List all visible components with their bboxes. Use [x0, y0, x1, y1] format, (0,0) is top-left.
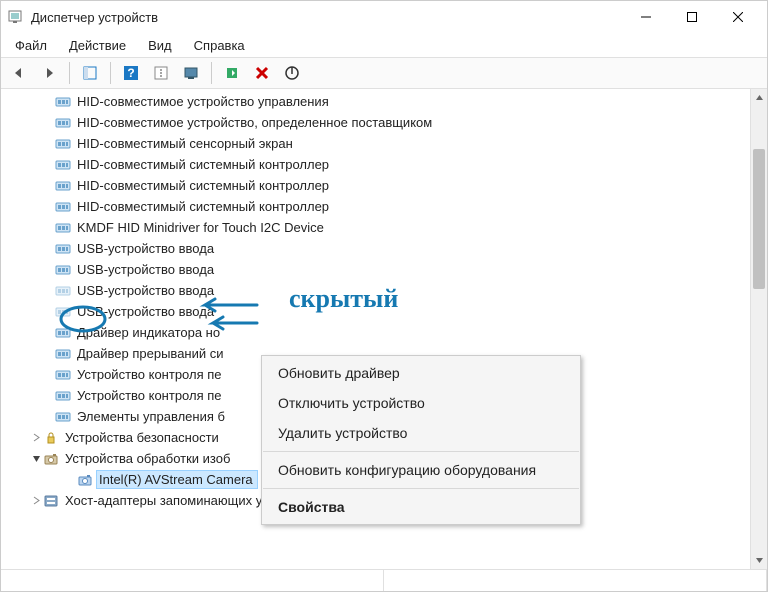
- device-item[interactable]: HID-совместимый сенсорный экран: [1, 133, 749, 154]
- ctx-disable-device[interactable]: Отключить устройство: [262, 388, 580, 418]
- device-label: HID-совместимый сенсорный экран: [75, 135, 297, 152]
- scroll-up-button[interactable]: [751, 89, 767, 106]
- device-item[interactable]: Драйвер индикатора но: [1, 322, 749, 343]
- device-icon: [55, 178, 71, 194]
- device-label: Intel(R) AVStream Camera: [97, 471, 257, 488]
- device-label: HID-совместимое устройство, определенное…: [75, 114, 436, 131]
- menu-help[interactable]: Справка: [184, 36, 255, 55]
- device-icon: [55, 241, 71, 257]
- device-item[interactable]: HID-совместимый системный контроллер: [1, 196, 749, 217]
- device-icon: [55, 220, 71, 236]
- device-item[interactable]: HID-совместимое устройство, определенное…: [1, 112, 749, 133]
- ctx-properties[interactable]: Свойства: [262, 492, 580, 522]
- toolbar: ?: [1, 57, 767, 89]
- scroll-thumb[interactable]: [753, 149, 765, 289]
- content-area: HID-совместимое устройство управления HID…: [1, 89, 767, 569]
- menu-view[interactable]: Вид: [138, 36, 182, 55]
- uninstall-button[interactable]: [248, 60, 276, 86]
- scroll-down-button[interactable]: [751, 552, 767, 569]
- vertical-scrollbar[interactable]: [750, 89, 767, 569]
- status-bar: [1, 569, 767, 591]
- device-icon: [55, 136, 71, 152]
- device-label: Драйвер прерываний си: [75, 345, 228, 362]
- device-icon: [55, 388, 71, 404]
- category-icon: [43, 493, 59, 509]
- device-manager-window: Диспетчер устройств Файл Действие Вид Сп…: [0, 0, 768, 592]
- device-label: Драйвер индикатора но: [75, 324, 224, 341]
- app-icon: [7, 9, 23, 25]
- ctx-scan-hardware[interactable]: Обновить конфигурацию оборудования: [262, 455, 580, 485]
- menu-action[interactable]: Действие: [59, 36, 136, 55]
- device-item[interactable]: USB-устройство ввода: [1, 259, 749, 280]
- menu-bar: Файл Действие Вид Справка: [1, 33, 767, 57]
- device-icon: [55, 325, 71, 341]
- device-icon: [55, 115, 71, 131]
- device-item[interactable]: USB-устройство ввода: [1, 280, 749, 301]
- context-menu: Обновить драйвер Отключить устройство Уд…: [261, 355, 581, 525]
- device-item[interactable]: HID-совместимое устройство управления: [1, 91, 749, 112]
- device-item[interactable]: KMDF HID Minidriver for Touch I2C Device: [1, 217, 749, 238]
- device-icon: [55, 304, 71, 320]
- category-icon: [77, 472, 93, 488]
- device-label: Элементы управления б: [75, 408, 229, 425]
- device-icon: [55, 409, 71, 425]
- device-item[interactable]: HID-совместимый системный контроллер: [1, 175, 749, 196]
- device-item[interactable]: USB-устройство ввода: [1, 238, 749, 259]
- disable-button[interactable]: [278, 60, 306, 86]
- show-hide-tree-button[interactable]: [76, 60, 104, 86]
- close-button[interactable]: [715, 1, 761, 33]
- device-icon: [55, 346, 71, 362]
- device-icon: [55, 157, 71, 173]
- device-label: KMDF HID Minidriver for Touch I2C Device: [75, 219, 328, 236]
- device-item[interactable]: USB-устройство ввода: [1, 301, 749, 322]
- device-icon: [55, 262, 71, 278]
- menu-file[interactable]: Файл: [5, 36, 57, 55]
- title-bar: Диспетчер устройств: [1, 1, 767, 33]
- scan-hardware-button[interactable]: [177, 60, 205, 86]
- device-item[interactable]: HID-совместимый системный контроллер: [1, 154, 749, 175]
- device-icon: [55, 283, 71, 299]
- properties-button[interactable]: [147, 60, 175, 86]
- expander-icon[interactable]: [29, 454, 43, 463]
- category-label: Устройства безопасности: [63, 429, 223, 446]
- device-label: HID-совместимый системный контроллер: [75, 177, 333, 194]
- expander-icon[interactable]: [29, 433, 43, 442]
- help-button[interactable]: ?: [117, 60, 145, 86]
- device-label: USB-устройство ввода: [75, 261, 218, 278]
- ctx-separator: [263, 451, 579, 452]
- device-label: Устройство контроля пе: [75, 366, 226, 383]
- svg-text:?: ?: [127, 66, 134, 80]
- category-icon: [43, 430, 59, 446]
- maximize-button[interactable]: [669, 1, 715, 33]
- device-icon: [55, 94, 71, 110]
- device-label: HID-совместимое устройство управления: [75, 93, 333, 110]
- expander-icon[interactable]: [29, 496, 43, 505]
- device-icon: [55, 367, 71, 383]
- device-label: USB-устройство ввода: [75, 303, 218, 320]
- ctx-separator: [263, 488, 579, 489]
- category-label: Устройства обработки изоб: [63, 450, 234, 467]
- category-icon: [43, 451, 59, 467]
- minimize-button[interactable]: [623, 1, 669, 33]
- title-text: Диспетчер устройств: [31, 10, 158, 25]
- nav-back-button[interactable]: [5, 60, 33, 86]
- device-label: USB-устройство ввода: [75, 282, 218, 299]
- update-driver-button[interactable]: [218, 60, 246, 86]
- nav-forward-button[interactable]: [35, 60, 63, 86]
- device-label: HID-совместимый системный контроллер: [75, 156, 333, 173]
- device-label: Устройство контроля пе: [75, 387, 226, 404]
- window-controls: [623, 1, 761, 33]
- device-label: HID-совместимый системный контроллер: [75, 198, 333, 215]
- ctx-update-driver[interactable]: Обновить драйвер: [262, 358, 580, 388]
- device-icon: [55, 199, 71, 215]
- ctx-uninstall-device[interactable]: Удалить устройство: [262, 418, 580, 448]
- device-label: USB-устройство ввода: [75, 240, 218, 257]
